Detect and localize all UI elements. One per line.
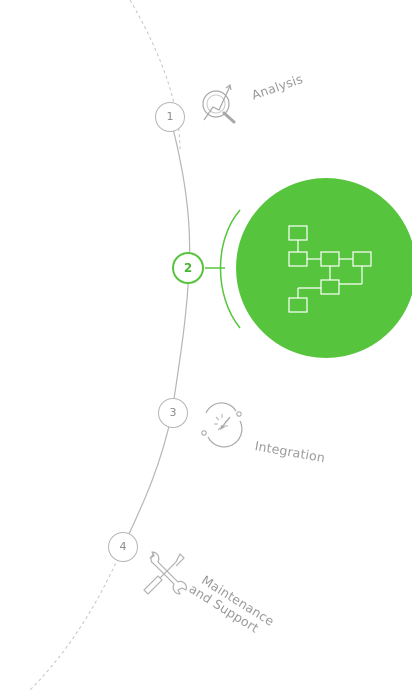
step-3-button[interactable]: 3 — [158, 398, 188, 428]
workflow-diagram-icon — [286, 222, 376, 322]
integration-cycle-icon — [198, 399, 246, 453]
process-timeline: 1 Analysis 2 3 Integration 4 Maintenance… — [0, 0, 412, 690]
step-4-button[interactable]: 4 — [108, 532, 138, 562]
step-1-button[interactable]: 1 — [155, 102, 185, 132]
analysis-magnifier-chart-icon — [196, 80, 242, 132]
wrench-screwdriver-icon — [140, 544, 192, 604]
step-2-button[interactable]: 2 — [172, 252, 204, 284]
